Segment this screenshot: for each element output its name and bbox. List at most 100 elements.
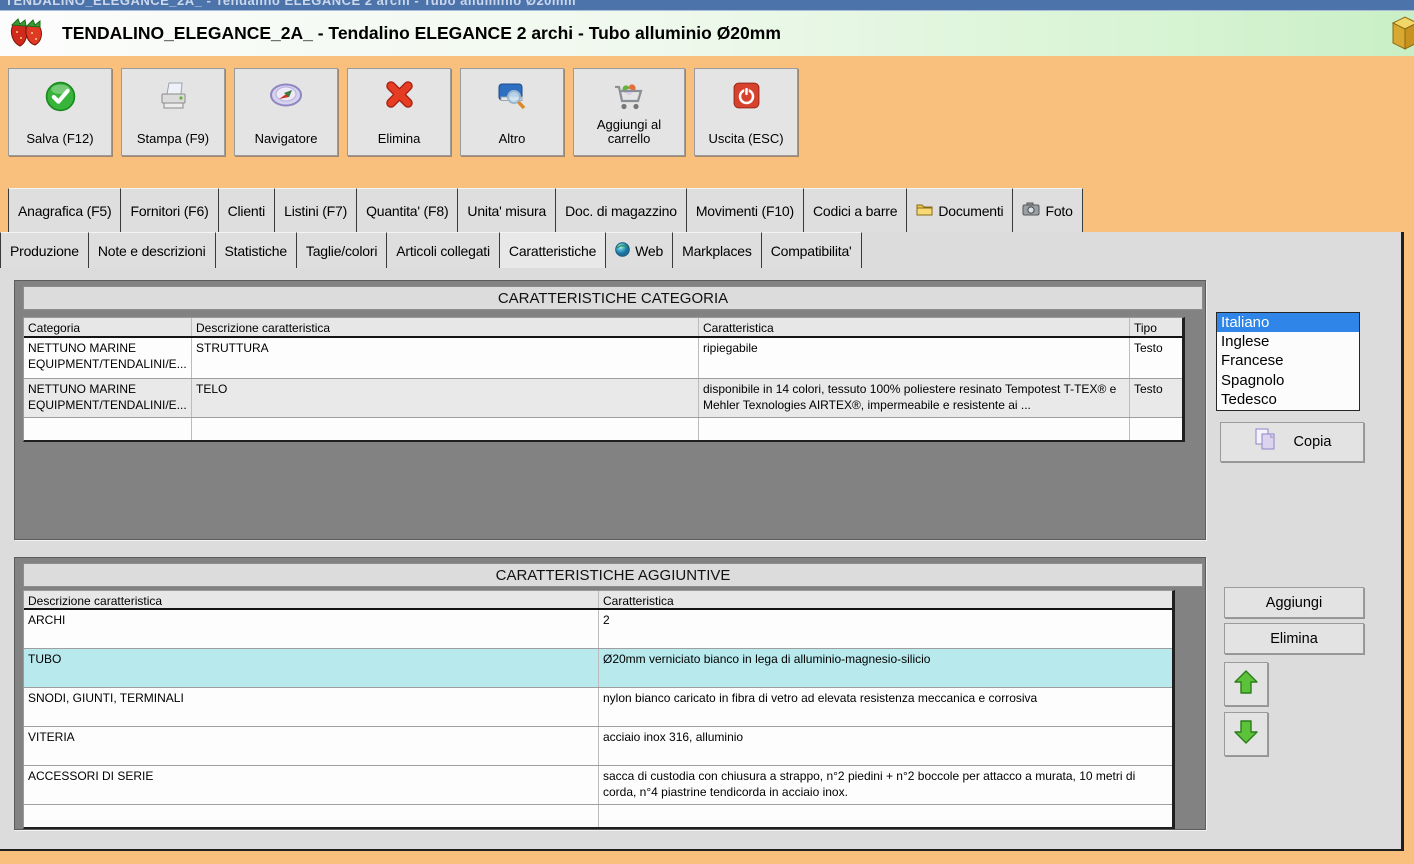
table-row-empty[interactable] <box>24 805 1172 827</box>
tab-compatibilita[interactable]: Compatibilita' <box>761 232 862 268</box>
tab-markplaces[interactable]: Markplaces <box>673 232 762 268</box>
book-magnifier-icon <box>494 80 530 116</box>
tab-fornitori[interactable]: Fornitori (F6) <box>121 188 219 232</box>
cell-descrizione: TUBO <box>24 649 599 687</box>
tab-quantita[interactable]: Quantita' (F8) <box>357 188 459 232</box>
language-item-spagnolo[interactable]: Spagnolo <box>1217 371 1359 390</box>
exit-button[interactable]: Uscita (ESC) <box>694 68 798 156</box>
tab-label: Quantita' (F8) <box>366 202 449 219</box>
add-to-cart-button[interactable]: Aggiungi al carrello <box>573 68 685 156</box>
delete-button[interactable]: Elimina <box>347 68 451 156</box>
table-row[interactable]: ACCESSORI DI SERIE sacca di custodia con… <box>24 766 1172 805</box>
tab-label: Foto <box>1045 202 1073 219</box>
table-row[interactable]: SNODI, GIUNTI, TERMINALI nylon bianco ca… <box>24 688 1172 727</box>
cell-descrizione: STRUTTURA <box>192 338 699 378</box>
more-button[interactable]: Altro <box>460 68 564 156</box>
tab-label: Clienti <box>227 202 266 219</box>
tab-codici-a-barre[interactable]: Codici a barre <box>803 188 908 232</box>
save-button[interactable]: Salva (F12) <box>8 68 112 156</box>
tab-documenti[interactable]: Documenti <box>907 188 1014 232</box>
green-check-circle-icon <box>44 80 77 117</box>
tab-label: Taglie/colori <box>305 242 378 259</box>
tab-anagrafica[interactable]: Anagrafica (F5) <box>8 188 122 232</box>
tab-caratteristiche[interactable]: Caratteristiche <box>499 232 607 268</box>
more-button-label: Altro <box>498 131 526 147</box>
tab-unita-misura[interactable]: Unita' misura <box>458 188 557 232</box>
column-header-tipo[interactable]: Tipo <box>1130 318 1182 336</box>
delete-characteristic-button[interactable]: Elimina <box>1224 623 1364 654</box>
print-button[interactable]: Stampa (F9) <box>121 68 225 156</box>
table-row[interactable]: NETTUNO MARINE EQUIPMENT/TENDALINI/E... … <box>24 379 1182 418</box>
table-row-selected[interactable]: TUBO Ø20mm verniciato bianco in lega di … <box>24 649 1172 688</box>
compass-icon <box>268 80 304 114</box>
strawberry-logo-icon <box>6 12 50 59</box>
tab-statistiche[interactable]: Statistiche <box>215 232 297 268</box>
tab-produzione[interactable]: Produzione <box>0 232 89 268</box>
cell-descrizione: ARCHI <box>24 610 599 648</box>
tab-foto[interactable]: Foto <box>1013 188 1083 232</box>
tab-label: Web <box>635 242 664 259</box>
caratteristiche-tab-page: Produzione Note e descrizioni Statistich… <box>0 232 1404 851</box>
column-header-descrizione[interactable]: Descrizione caratteristica <box>192 318 699 336</box>
navigator-button[interactable]: Navigatore <box>234 68 338 156</box>
column-header-descrizione[interactable]: Descrizione caratteristica <box>24 591 599 608</box>
tab-label: Caratteristiche <box>508 242 597 259</box>
copy-icon <box>1253 427 1278 457</box>
language-item-tedesco[interactable]: Tedesco <box>1217 390 1359 409</box>
tab-label: Note e descrizioni <box>97 242 206 259</box>
table-row[interactable]: ARCHI 2 <box>24 610 1172 649</box>
language-item-inglese[interactable]: Inglese <box>1217 332 1359 351</box>
tab-label: Documenti <box>938 202 1004 219</box>
tab-label: Listini (F7) <box>284 202 348 219</box>
cell-caratteristica: sacca di custodia con chiusura a strappo… <box>603 769 1136 800</box>
gold-box-icon[interactable] <box>1389 13 1414 58</box>
move-up-button[interactable] <box>1224 662 1268 706</box>
table-header-row: Descrizione caratteristica Caratteristic… <box>24 591 1172 610</box>
cell-caratteristica: disponibile in 14 colori, tessuto 100% p… <box>699 379 1130 417</box>
tab-label: Compatibilita' <box>770 242 852 259</box>
tab-label: Unita' misura <box>467 202 547 219</box>
category-characteristics-table: Categoria Descrizione caratteristica Car… <box>23 317 1185 442</box>
tab-label: Anagrafica (F5) <box>18 202 112 219</box>
shopping-cart-icon <box>610 80 648 117</box>
cell-descrizione: ACCESSORI DI SERIE <box>24 766 599 804</box>
column-header-caratteristica[interactable]: Caratteristica <box>699 318 1130 336</box>
globe-icon <box>615 241 630 260</box>
cell-descrizione: TELO <box>192 379 699 417</box>
navigator-button-label: Navigatore <box>254 131 318 147</box>
add-button-label: Aggiungi <box>1265 594 1323 611</box>
tab-articoli-collegati[interactable]: Articoli collegati <box>387 232 500 268</box>
category-section-title: CARATTERISTICHE CATEGORIA <box>23 286 1203 310</box>
category-characteristics-panel: CARATTERISTICHE CATEGORIA Categoria Desc… <box>14 280 1206 540</box>
tab-listini[interactable]: Listini (F7) <box>275 188 358 232</box>
tab-clienti[interactable]: Clienti <box>218 188 276 232</box>
table-row[interactable]: VITERIA acciaio inox 316, alluminio <box>24 727 1172 766</box>
cell-tipo: Testo <box>1134 382 1163 396</box>
language-item-francese[interactable]: Francese <box>1217 351 1359 370</box>
table-row[interactable]: NETTUNO MARINE EQUIPMENT/TENDALINI/E... … <box>24 338 1182 379</box>
tab-label: Codici a barre <box>812 202 898 219</box>
additional-characteristics-panel: CARATTERISTICHE AGGIUNTIVE Descrizione c… <box>14 557 1206 830</box>
tab-note-e-descrizioni[interactable]: Note e descrizioni <box>88 232 216 268</box>
print-button-label: Stampa (F9) <box>136 131 210 147</box>
column-header-categoria[interactable]: Categoria <box>24 318 192 336</box>
cell-caratteristica: 2 <box>603 613 610 627</box>
table-row-empty[interactable] <box>24 418 1182 440</box>
tab-web[interactable]: Web <box>606 232 674 268</box>
tab-movimenti[interactable]: Movimenti (F10) <box>686 188 804 232</box>
tab-taglie-colori[interactable]: Taglie/colori <box>296 232 388 268</box>
language-item-italiano[interactable]: Italiano <box>1217 313 1359 333</box>
add-characteristic-button[interactable]: Aggiungi <box>1224 587 1364 618</box>
save-button-label: Salva (F12) <box>26 131 94 147</box>
cell-empty <box>24 418 192 440</box>
tab-label: Movimenti (F10) <box>695 202 794 219</box>
tab-label: Fornitori (F6) <box>130 202 209 219</box>
exit-button-label: Uscita (ESC) <box>708 131 784 147</box>
tab-label: Produzione <box>10 242 79 259</box>
tab-doc-di-magazzino[interactable]: Doc. di magazzino <box>556 188 687 232</box>
column-header-caratteristica[interactable]: Caratteristica <box>599 591 1172 608</box>
move-down-button[interactable] <box>1224 712 1268 756</box>
cell-caratteristica: acciaio inox 316, alluminio <box>603 730 744 744</box>
copy-button[interactable]: Copia <box>1220 422 1364 462</box>
power-icon <box>731 80 762 115</box>
